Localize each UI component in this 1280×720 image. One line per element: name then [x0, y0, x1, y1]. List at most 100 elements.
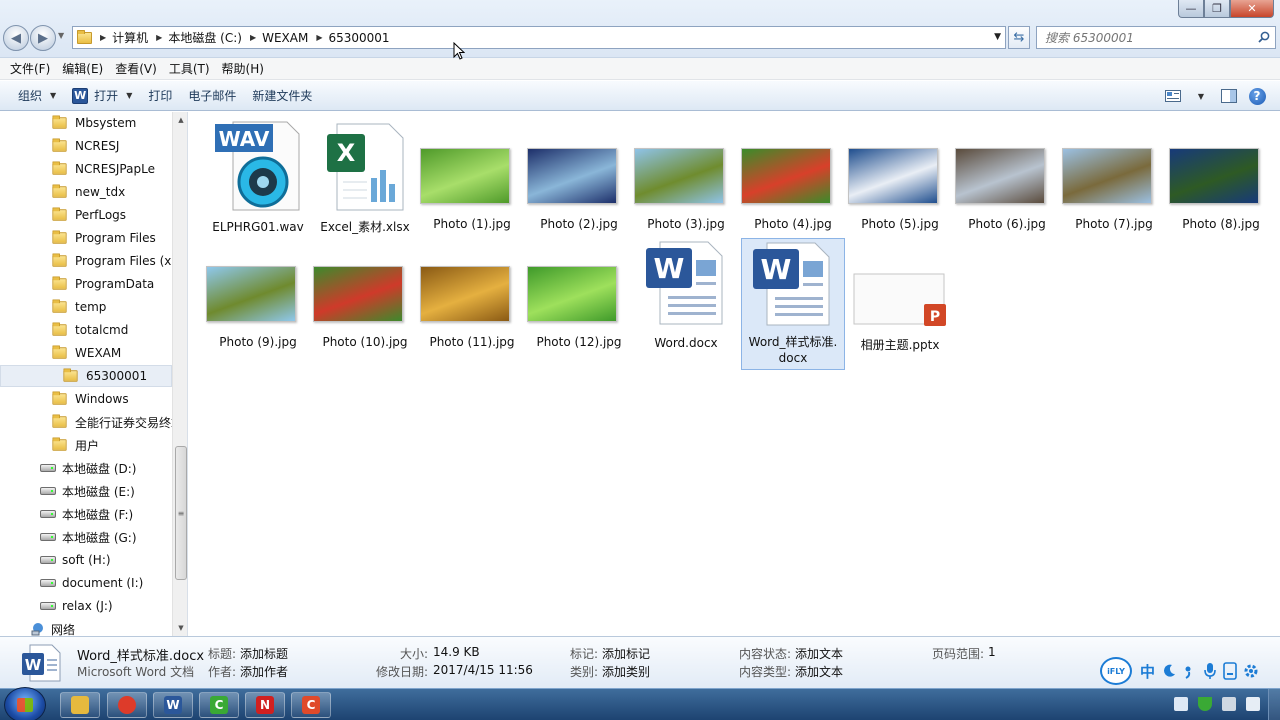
breadcrumb-separator[interactable]: ▶ — [250, 33, 256, 42]
file-item[interactable]: P 相册主题.pptx — [848, 238, 952, 352]
tree-folder[interactable]: Program Files (x86) — [0, 250, 172, 272]
taskbar-app-button[interactable] — [107, 692, 147, 718]
open-button[interactable]: W 打开 ▼ — [64, 84, 140, 108]
file-item[interactable]: Photo (4).jpg — [741, 120, 845, 234]
file-item[interactable]: Photo (6).jpg — [955, 120, 1059, 234]
tree-drive[interactable]: relax (J:) — [0, 595, 172, 617]
view-options-dropdown[interactable]: ▼ — [1190, 85, 1212, 107]
tree-folder[interactable]: Program Files — [0, 227, 172, 249]
gear-icon[interactable] — [1243, 663, 1259, 679]
detail-status-value[interactable]: 添加文本 — [795, 645, 843, 662]
menu-tools[interactable]: 工具(T) — [163, 60, 216, 77]
ifly-logo-icon[interactable]: iFLY — [1100, 657, 1132, 685]
tree-folder-selected[interactable]: 65300001 — [0, 365, 172, 387]
tree-drive[interactable]: 本地磁盘 (E:) — [0, 480, 172, 502]
tree-folder[interactable]: 用户 — [0, 434, 172, 456]
taskbar-app-button[interactable]: C — [291, 692, 331, 718]
file-item[interactable]: W Word.docx — [634, 238, 738, 352]
breadcrumb-separator[interactable]: ▶ — [100, 33, 106, 42]
tree-network[interactable]: 网络 — [0, 618, 172, 636]
nav-scrollbar[interactable]: ▲ ≡ ▼ — [172, 112, 187, 636]
new-folder-button[interactable]: 新建文件夹 — [244, 84, 320, 108]
breadcrumb-separator[interactable]: ▶ — [156, 33, 162, 42]
file-item[interactable]: Photo (2).jpg — [527, 120, 631, 234]
tree-folder[interactable]: totalcmd — [0, 319, 172, 341]
print-button[interactable]: 打印 — [140, 84, 180, 108]
file-item[interactable]: Photo (12).jpg — [527, 238, 631, 352]
search-icon[interactable] — [1258, 31, 1270, 43]
menu-help[interactable]: 帮助(H) — [216, 60, 270, 77]
preview-pane-button[interactable] — [1218, 85, 1240, 107]
tree-folder[interactable]: temp — [0, 296, 172, 318]
tree-folder[interactable]: NCRESJ — [0, 135, 172, 157]
forward-button[interactable]: ▶ — [30, 25, 56, 51]
file-item[interactable]: Photo (7).jpg — [1062, 120, 1166, 234]
address-dropdown-icon[interactable]: ▼ — [994, 32, 1001, 42]
ime-tray-icon[interactable] — [1174, 697, 1188, 711]
tree-drive[interactable]: soft (H:) — [0, 549, 172, 571]
volume-icon[interactable] — [1246, 697, 1260, 711]
taskbar-app-button[interactable]: W — [153, 692, 193, 718]
file-item[interactable]: Photo (11).jpg — [420, 238, 524, 352]
breadcrumb-computer[interactable]: 计算机 — [112, 29, 148, 46]
file-item[interactable]: W Word_样式标准.docx — [741, 238, 845, 370]
tree-folder[interactable]: ProgramData — [0, 273, 172, 295]
change-view-button[interactable] — [1162, 85, 1184, 107]
tree-drive[interactable]: 本地磁盘 (D:) — [0, 457, 172, 479]
tree-drive[interactable]: 本地磁盘 (G:) — [0, 526, 172, 548]
tree-folder[interactable]: new_tdx — [0, 181, 172, 203]
address-bar[interactable]: ▶ 计算机 ▶ 本地磁盘 (C:) ▶ WEXAM ▶ 65300001 ▼ — [72, 26, 1006, 49]
breadcrumb-wexam[interactable]: WEXAM — [262, 31, 308, 45]
file-item[interactable]: Photo (3).jpg — [634, 120, 738, 234]
file-item[interactable]: WAV ELPHRG01.wav — [206, 120, 310, 234]
network-icon[interactable] — [1222, 697, 1236, 711]
file-item[interactable]: Photo (10).jpg — [313, 238, 417, 352]
email-button[interactable]: 电子邮件 — [180, 84, 244, 108]
back-button[interactable]: ◀ — [3, 25, 29, 51]
minimize-button[interactable]: — — [1178, 0, 1204, 18]
detail-category-value[interactable]: 添加类别 — [602, 663, 650, 680]
scrollbar-thumb[interactable]: ≡ — [175, 446, 187, 580]
breadcrumb-current[interactable]: 65300001 — [328, 31, 389, 45]
taskbar-app-button[interactable] — [60, 692, 100, 718]
file-item[interactable]: Photo (1).jpg — [420, 120, 524, 234]
tree-folder[interactable]: PerfLogs — [0, 204, 172, 226]
file-item[interactable]: Photo (5).jpg — [848, 120, 952, 234]
search-input[interactable] — [1045, 30, 1245, 45]
help-button[interactable]: ? — [1246, 85, 1268, 107]
tree-folder[interactable]: 全能行证券交易终端 — [0, 411, 172, 433]
breadcrumb-drive-c[interactable]: 本地磁盘 (C:) — [168, 29, 242, 46]
taskbar-app-button[interactable]: N — [245, 692, 285, 718]
menu-edit[interactable]: 编辑(E) — [56, 60, 109, 77]
tree-folder[interactable]: Windows — [0, 388, 172, 410]
detail-title-value[interactable]: 添加标题 — [240, 645, 288, 662]
file-item[interactable]: X Excel_素材.xlsx — [313, 120, 417, 234]
tree-folder[interactable]: NCRESJPapLe — [0, 158, 172, 180]
keyboard-icon[interactable] — [1223, 662, 1237, 680]
microphone-icon[interactable] — [1203, 662, 1217, 680]
maximize-button[interactable]: ❐ — [1204, 0, 1230, 18]
menu-file[interactable]: 文件(F) — [4, 60, 56, 77]
file-item[interactable]: Photo (9).jpg — [206, 238, 310, 352]
punctuation-icon[interactable] — [1183, 663, 1197, 679]
refresh-button[interactable]: ⇆ — [1008, 26, 1030, 49]
search-box[interactable] — [1036, 26, 1276, 49]
tree-folder[interactable]: WEXAM — [0, 342, 172, 364]
start-button[interactable] — [4, 687, 46, 720]
recent-pages-dropdown[interactable]: ▼ — [58, 31, 64, 40]
file-item[interactable]: Photo (8).jpg — [1169, 120, 1273, 234]
detail-tags-value[interactable]: 添加标记 — [602, 645, 650, 662]
close-button[interactable]: ✕ — [1230, 0, 1274, 18]
scroll-up-icon[interactable]: ▲ — [173, 112, 187, 128]
detail-author-value[interactable]: 添加作者 — [240, 663, 288, 680]
taskbar-app-button[interactable]: C — [199, 692, 239, 718]
scroll-down-icon[interactable]: ▼ — [173, 620, 187, 636]
tree-drive[interactable]: 本地磁盘 (F:) — [0, 503, 172, 525]
tree-drive[interactable]: document (I:) — [0, 572, 172, 594]
show-desktop-button[interactable] — [1268, 689, 1280, 720]
organize-button[interactable]: 组织 ▼ — [10, 84, 64, 108]
security-shield-icon[interactable] — [1198, 697, 1212, 711]
moon-icon[interactable] — [1161, 663, 1177, 679]
tree-folder[interactable]: Mbsystem — [0, 112, 172, 134]
breadcrumb-separator[interactable]: ▶ — [316, 33, 322, 42]
